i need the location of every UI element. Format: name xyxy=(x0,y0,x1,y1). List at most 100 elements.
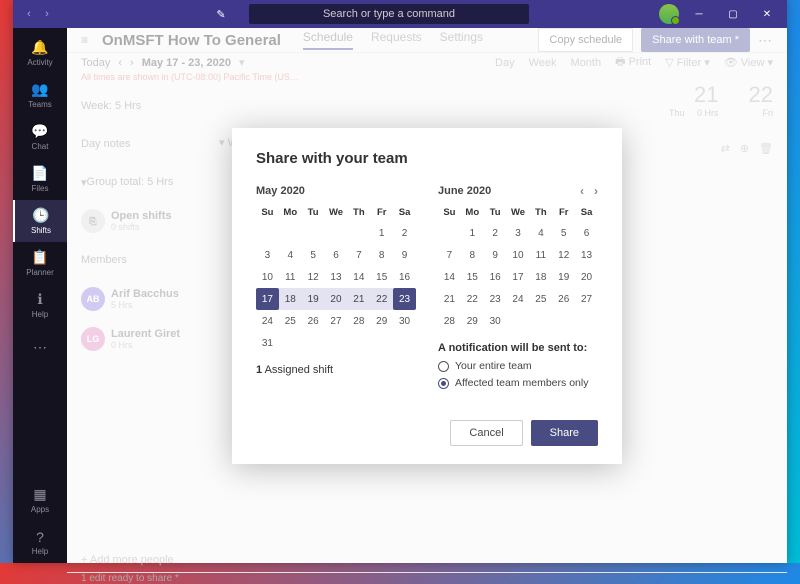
calendar-day[interactable]: 19 xyxy=(302,288,325,310)
search-input[interactable]: Search or type a command xyxy=(249,4,529,24)
teams-icon: 👥 xyxy=(31,81,48,98)
status-footer: 1 edit ready to share * xyxy=(67,572,787,584)
calendar-day[interactable]: 28 xyxy=(438,310,461,332)
calendar-day[interactable]: 13 xyxy=(325,266,348,288)
calendar-day[interactable]: 24 xyxy=(507,288,530,310)
calendar-day[interactable]: 14 xyxy=(438,266,461,288)
calendar-day[interactable]: 18 xyxy=(279,288,302,310)
sidebar-item-chat[interactable]: 💬Chat xyxy=(13,116,67,158)
calendar-day[interactable]: 21 xyxy=(347,288,370,310)
nav-back-button[interactable]: ‹ xyxy=(21,6,37,22)
sidebar-item-help[interactable]: ℹHelp xyxy=(13,284,67,326)
close-button[interactable]: ✕ xyxy=(753,0,781,28)
calendar-day[interactable]: 12 xyxy=(552,244,575,266)
radio-entire-team[interactable]: Your entire team xyxy=(438,360,598,372)
sidebar-item-teams[interactable]: 👥Teams xyxy=(13,74,67,116)
calendar-day[interactable]: 20 xyxy=(325,288,348,310)
calendar-day[interactable]: 24 xyxy=(256,310,279,332)
calendar-day[interactable]: 15 xyxy=(370,266,393,288)
sidebar-more[interactable]: ⋯ xyxy=(13,326,67,368)
calendar-day[interactable]: 16 xyxy=(393,266,416,288)
calendar-day[interactable]: 4 xyxy=(279,244,302,266)
calendar-day[interactable]: 10 xyxy=(507,244,530,266)
calendar-day[interactable]: 23 xyxy=(393,288,416,310)
sidebar-item-shifts[interactable]: 🕒Shifts xyxy=(13,200,67,242)
calendar-day[interactable]: 22 xyxy=(461,288,484,310)
calendar-day[interactable]: 12 xyxy=(302,266,325,288)
modal-title: Share with your team xyxy=(256,150,598,167)
calendar-june: June 2020 ‹› SuMoTuWeThFrSa .12345678910… xyxy=(438,183,598,394)
calendar-day[interactable]: 28 xyxy=(347,310,370,332)
calendar-day[interactable]: 30 xyxy=(484,310,507,332)
calendar-day[interactable]: 14 xyxy=(347,266,370,288)
maximize-button[interactable]: ▢ xyxy=(719,0,747,28)
calendar-day[interactable]: 17 xyxy=(507,266,530,288)
calendar-day[interactable]: 5 xyxy=(302,244,325,266)
share-button[interactable]: Share xyxy=(531,420,598,446)
calendar-day[interactable]: 10 xyxy=(256,266,279,288)
next-month-button[interactable]: › xyxy=(594,184,598,198)
sidebar-item-files[interactable]: 📄Files xyxy=(13,158,67,200)
calendar-may: May 2020 SuMoTuWeThFrSa .....12345678910… xyxy=(256,183,416,394)
apps-icon: ▦ xyxy=(33,486,46,503)
calendar-day[interactable]: 15 xyxy=(461,266,484,288)
info-icon: ℹ xyxy=(37,291,42,308)
calendar-day[interactable]: 27 xyxy=(575,288,598,310)
calendar-day[interactable]: 29 xyxy=(461,310,484,332)
calendar-day[interactable]: 20 xyxy=(575,266,598,288)
help-icon: ? xyxy=(36,529,44,545)
calendar-day[interactable]: 25 xyxy=(529,288,552,310)
calendar-day[interactable]: 22 xyxy=(370,288,393,310)
calendar-day[interactable]: 6 xyxy=(325,244,348,266)
app-sidebar: 🔔Activity 👥Teams 💬Chat 📄Files 🕒Shifts 📋P… xyxy=(13,28,67,563)
sidebar-item-planner[interactable]: 📋Planner xyxy=(13,242,67,284)
chat-icon: 💬 xyxy=(31,123,48,140)
calendar-day[interactable]: 30 xyxy=(393,310,416,332)
sidebar-item-activity[interactable]: 🔔Activity xyxy=(13,32,67,74)
calendar-day[interactable]: 9 xyxy=(484,244,507,266)
calendar-day[interactable]: 11 xyxy=(529,244,552,266)
sidebar-item-help-bottom[interactable]: ?Help xyxy=(13,521,67,563)
calendar-day[interactable]: 7 xyxy=(347,244,370,266)
cancel-button[interactable]: Cancel xyxy=(450,420,522,446)
calendar-day[interactable]: 18 xyxy=(529,266,552,288)
calendar-day[interactable]: 19 xyxy=(552,266,575,288)
profile-avatar[interactable] xyxy=(659,4,679,24)
calendar-day[interactable]: 27 xyxy=(325,310,348,332)
sidebar-item-apps[interactable]: ▦Apps xyxy=(13,479,67,521)
calendar-day[interactable]: 25 xyxy=(279,310,302,332)
calendar-day[interactable]: 13 xyxy=(575,244,598,266)
share-modal: Share with your team May 2020 SuMoTuWeTh… xyxy=(232,128,622,464)
minimize-button[interactable]: ─ xyxy=(685,0,713,28)
radio-affected-only[interactable]: Affected team members only xyxy=(438,377,598,389)
calendar-day[interactable]: 16 xyxy=(484,266,507,288)
calendar-day[interactable]: 31 xyxy=(256,332,279,354)
prev-month-button[interactable]: ‹ xyxy=(580,184,584,198)
bell-icon: 🔔 xyxy=(31,39,48,56)
calendar-day[interactable]: 5 xyxy=(552,222,575,244)
calendar-day[interactable]: 1 xyxy=(370,222,393,244)
calendar-day[interactable]: 1 xyxy=(461,222,484,244)
calendar-day[interactable]: 2 xyxy=(484,222,507,244)
compose-icon[interactable]: ✎ xyxy=(213,6,229,22)
calendar-day[interactable]: 3 xyxy=(256,244,279,266)
nav-forward-button[interactable]: › xyxy=(39,6,55,22)
calendar-day[interactable]: 8 xyxy=(461,244,484,266)
calendar-day[interactable]: 26 xyxy=(552,288,575,310)
notification-label: A notification will be sent to: xyxy=(438,342,598,354)
calendar-day[interactable]: 17 xyxy=(256,288,279,310)
calendar-day[interactable]: 4 xyxy=(529,222,552,244)
calendar-day[interactable]: 23 xyxy=(484,288,507,310)
calendar-day[interactable]: 11 xyxy=(279,266,302,288)
calendar-day[interactable]: 8 xyxy=(370,244,393,266)
calendar-day[interactable]: 7 xyxy=(438,244,461,266)
calendar-day[interactable]: 9 xyxy=(393,244,416,266)
planner-icon: 📋 xyxy=(31,249,48,266)
calendar-day[interactable]: 6 xyxy=(575,222,598,244)
calendar-day[interactable]: 2 xyxy=(393,222,416,244)
calendar-day[interactable]: 21 xyxy=(438,288,461,310)
calendar-day[interactable]: 29 xyxy=(370,310,393,332)
calendar-day[interactable]: 26 xyxy=(302,310,325,332)
calendar-day[interactable]: 3 xyxy=(507,222,530,244)
shifts-icon: 🕒 xyxy=(32,207,49,224)
